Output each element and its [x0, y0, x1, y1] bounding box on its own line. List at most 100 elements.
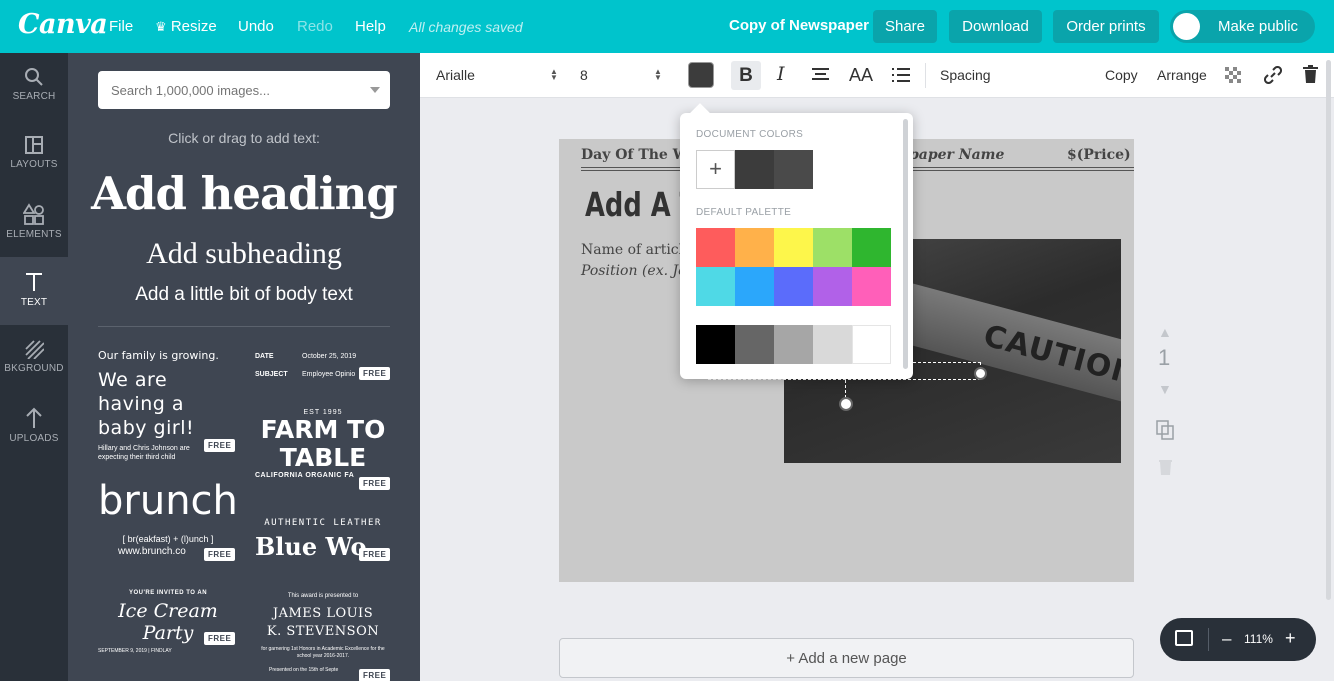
copy-button[interactable]: Copy [1105, 67, 1138, 83]
paper-name-text[interactable]: paper Name [909, 147, 1004, 163]
template-text: October 25, 2019 [302, 353, 357, 360]
toolbar-divider [925, 63, 926, 88]
template-text: Hillary and Chris Johnson are expecting … [98, 445, 190, 461]
zoom-in-button[interactable]: + [1285, 628, 1296, 649]
trash-icon[interactable] [1303, 65, 1318, 83]
search-input[interactable] [98, 71, 348, 109]
resize-label: Resize [170, 18, 217, 35]
italic-button[interactable]: I [777, 63, 785, 85]
side-nav: SEARCH LAYOUTS ELEMENTS TEXT BKGROUND UP… [0, 53, 68, 681]
resize-handle[interactable] [974, 367, 987, 380]
list-icon[interactable] [892, 67, 910, 83]
nav-uploads[interactable]: UPLOADS [0, 393, 68, 461]
template-text: [ br(eakfast) + (l)unch ] [122, 534, 214, 544]
text-template-baby[interactable]: Our family is growing. We are having a b… [98, 349, 238, 461]
article-position[interactable]: Position (ex. Jou [581, 263, 696, 279]
color-swatch[interactable] [813, 267, 852, 306]
text-template-leather[interactable]: AUTHENTIC LEATHER Blue Wo FREE [255, 518, 391, 568]
color-swatch[interactable] [813, 228, 852, 267]
color-swatch[interactable] [696, 228, 735, 267]
help-menu[interactable]: Help [355, 18, 386, 35]
color-swatch[interactable] [735, 228, 774, 267]
free-badge: FREE [204, 548, 236, 561]
color-swatch[interactable] [696, 325, 735, 364]
color-swatch[interactable] [852, 267, 891, 306]
color-swatch[interactable] [852, 325, 891, 364]
make-public-label: Make public [1218, 18, 1299, 35]
duplicate-page-icon[interactable] [1156, 420, 1174, 440]
color-swatch[interactable] [852, 228, 891, 267]
text-template-party[interactable]: YOU'RE INVITED TO AN Ice Cream Party SEP… [98, 590, 238, 654]
color-swatch[interactable] [735, 150, 774, 189]
zoom-level[interactable]: 111% [1244, 632, 1273, 646]
add-color-button[interactable]: + [696, 150, 735, 189]
free-badge: FREE [204, 632, 236, 645]
move-page-down-icon[interactable]: ▼ [1158, 381, 1172, 397]
rotate-handle[interactable] [839, 397, 853, 411]
article-author[interactable]: Name of article [581, 242, 691, 258]
nav-text[interactable]: TEXT [0, 257, 68, 325]
color-swatch[interactable] [735, 325, 774, 364]
color-swatch[interactable] [696, 267, 735, 306]
order-prints-button[interactable]: Order prints [1053, 10, 1159, 43]
document-title[interactable]: Copy of Newspaper [729, 17, 869, 34]
align-center-icon[interactable] [811, 67, 830, 83]
add-text-hint: Click or drag to add text: [168, 130, 320, 146]
uppercase-button[interactable]: AA [849, 65, 873, 86]
color-swatch[interactable] [774, 150, 813, 189]
add-subheading-button[interactable]: Add subheading [68, 237, 420, 271]
transparency-icon[interactable] [1225, 67, 1241, 83]
color-swatch[interactable] [813, 325, 852, 364]
move-page-up-icon[interactable]: ▲ [1158, 324, 1172, 340]
color-swatch[interactable] [735, 267, 774, 306]
add-heading-button[interactable]: Add heading [68, 167, 420, 220]
text-template-brunch[interactable]: brunch [ br(eakfast) + (l)unch ] www.bru… [98, 478, 238, 568]
text-template-award[interactable]: This award is presented to JAMES LOUIS K… [255, 593, 391, 681]
color-picker-popup: DOCUMENT COLORS + DEFAULT PALETTE [680, 103, 913, 379]
font-stepper-icon[interactable]: ▲ ▼ [550, 68, 558, 82]
popup-scrollbar[interactable] [903, 119, 908, 369]
template-text: YOU'RE INVITED TO AN [128, 590, 208, 596]
share-button[interactable]: Share [873, 10, 937, 43]
undo-button[interactable]: Undo [238, 18, 274, 35]
download-button[interactable]: Download [949, 10, 1042, 43]
make-public-toggle[interactable]: Make public [1170, 10, 1315, 43]
text-template-memo[interactable]: DATE October 25, 2019 SUBJECT Employee O… [255, 351, 391, 391]
font-family-select[interactable]: Arialle [436, 67, 475, 83]
present-icon[interactable] [1175, 630, 1193, 646]
text-color-button[interactable] [688, 62, 714, 88]
bold-button[interactable]: B [731, 61, 761, 90]
color-swatch[interactable] [774, 267, 813, 306]
redo-button[interactable]: Redo [297, 18, 333, 35]
arrange-button[interactable]: Arrange [1157, 67, 1207, 83]
size-stepper-icon[interactable]: ▲ ▼ [654, 68, 662, 82]
add-body-text-button[interactable]: Add a little bit of body text [68, 284, 420, 306]
image-search [98, 71, 390, 109]
template-text: We are having a baby girl! [98, 369, 195, 439]
canva-logo[interactable]: Canva [18, 9, 108, 40]
layouts-icon [25, 136, 43, 154]
price-text[interactable]: $(Price) [1067, 147, 1131, 163]
search-dropdown-icon[interactable] [370, 87, 380, 93]
rotate-guide [845, 380, 846, 398]
nav-layouts[interactable]: LAYOUTS [0, 121, 68, 189]
link-icon[interactable] [1264, 66, 1282, 84]
nav-background[interactable]: BKGROUND [0, 325, 68, 393]
add-page-button[interactable]: + Add a new page [559, 638, 1134, 678]
template-text: SUBJECT [255, 371, 288, 378]
nav-text-label: TEXT [20, 297, 48, 308]
font-size-select[interactable]: 8 [580, 67, 588, 83]
text-template-farm[interactable]: EST 1995 FARM TO TABLE CALIFORNIA ORGANI… [255, 409, 391, 497]
file-menu[interactable]: File [109, 18, 133, 35]
day-text[interactable]: Day Of The W [581, 147, 688, 163]
spacing-button[interactable]: Spacing [940, 67, 991, 83]
text-panel: Click or drag to add text: Add heading A… [68, 53, 420, 681]
delete-page-icon[interactable] [1159, 459, 1172, 475]
color-swatch[interactable] [774, 228, 813, 267]
nav-search[interactable]: SEARCH [0, 53, 68, 121]
zoom-out-button[interactable]: – [1222, 629, 1231, 649]
canvas-scrollbar[interactable] [1326, 60, 1331, 600]
nav-elements[interactable]: ELEMENTS [0, 189, 68, 257]
color-swatch[interactable] [774, 325, 813, 364]
resize-menu[interactable]: ♛ Resize [155, 18, 217, 35]
